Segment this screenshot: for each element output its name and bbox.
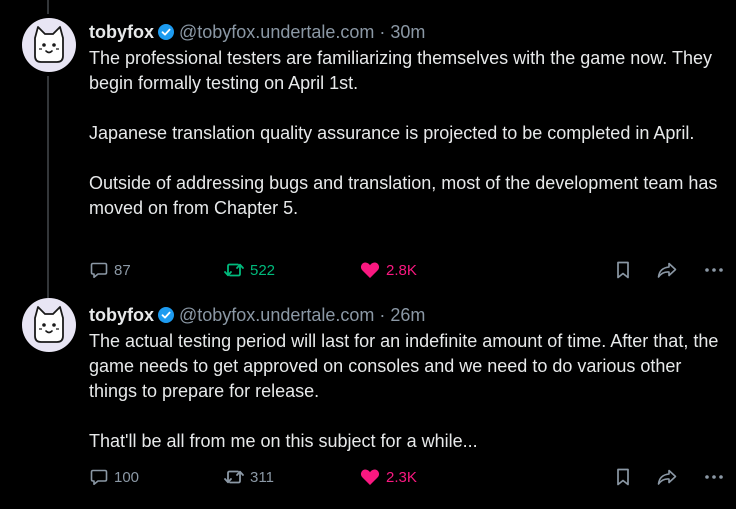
repost-button[interactable]: 311 <box>223 465 274 489</box>
reply-button[interactable]: 100 <box>89 465 139 489</box>
reply-icon <box>90 262 108 278</box>
share-button[interactable] <box>656 465 678 489</box>
white-dog-avatar-icon <box>34 306 64 343</box>
avatar[interactable] <box>22 18 76 72</box>
post-time[interactable]: 26m <box>390 305 425 326</box>
reply-icon <box>90 469 108 485</box>
verified-badge-icon <box>158 307 174 323</box>
like-button[interactable]: 2.8K <box>359 258 417 282</box>
post-actions: 87 522 2.8K <box>89 258 729 282</box>
like-button[interactable]: 2.3K <box>359 465 417 489</box>
verified-badge-icon <box>158 24 174 40</box>
heart-filled-icon <box>360 262 380 278</box>
post-text: The actual testing period will last for … <box>89 331 719 451</box>
bookmark-button[interactable] <box>613 465 633 489</box>
bookmark-button[interactable] <box>613 258 633 282</box>
repost-count: 522 <box>250 261 276 279</box>
reply-count: 87 <box>114 261 131 279</box>
more-options-button[interactable] <box>703 258 725 282</box>
author-name[interactable]: tobyfox <box>89 22 154 43</box>
share-arrow-icon <box>657 469 677 485</box>
more-dots-icon <box>705 268 723 272</box>
repost-icon <box>224 470 244 484</box>
separator-dot: · <box>379 304 386 325</box>
white-dog-avatar-icon <box>34 26 64 63</box>
like-count: 2.8K <box>386 261 417 279</box>
post-time[interactable]: 30m <box>390 22 425 43</box>
bookmark-icon <box>617 468 629 486</box>
author-name[interactable]: tobyfox <box>89 305 154 326</box>
reply-count: 100 <box>114 468 140 486</box>
author-handle[interactable]: @tobyfox.undertale.com <box>179 22 374 43</box>
heart-filled-icon <box>360 469 380 485</box>
bookmark-icon <box>617 261 629 279</box>
repost-icon <box>224 263 244 277</box>
like-count: 2.3K <box>386 468 417 486</box>
more-dots-icon <box>705 475 723 479</box>
post-actions: 100 311 2.3K <box>89 465 729 489</box>
post[interactable]: tobyfox @tobyfox.undertale.com · 26m The… <box>0 294 736 509</box>
share-arrow-icon <box>657 262 677 278</box>
share-button[interactable] <box>656 258 678 282</box>
more-options-button[interactable] <box>703 465 725 489</box>
post[interactable]: tobyfox @tobyfox.undertale.com · 30m The… <box>0 0 736 290</box>
author-handle[interactable]: @tobyfox.undertale.com <box>179 305 374 326</box>
post-text: The professional testers are familiarizi… <box>89 48 718 218</box>
post-header: tobyfox @tobyfox.undertale.com · 30m <box>89 21 728 43</box>
repost-count: 311 <box>250 468 274 486</box>
separator-dot: · <box>379 21 386 42</box>
reply-button[interactable]: 87 <box>89 258 131 282</box>
avatar[interactable] <box>22 298 76 352</box>
post-header: tobyfox @tobyfox.undertale.com · 26m <box>89 304 728 326</box>
repost-button[interactable]: 522 <box>223 258 275 282</box>
